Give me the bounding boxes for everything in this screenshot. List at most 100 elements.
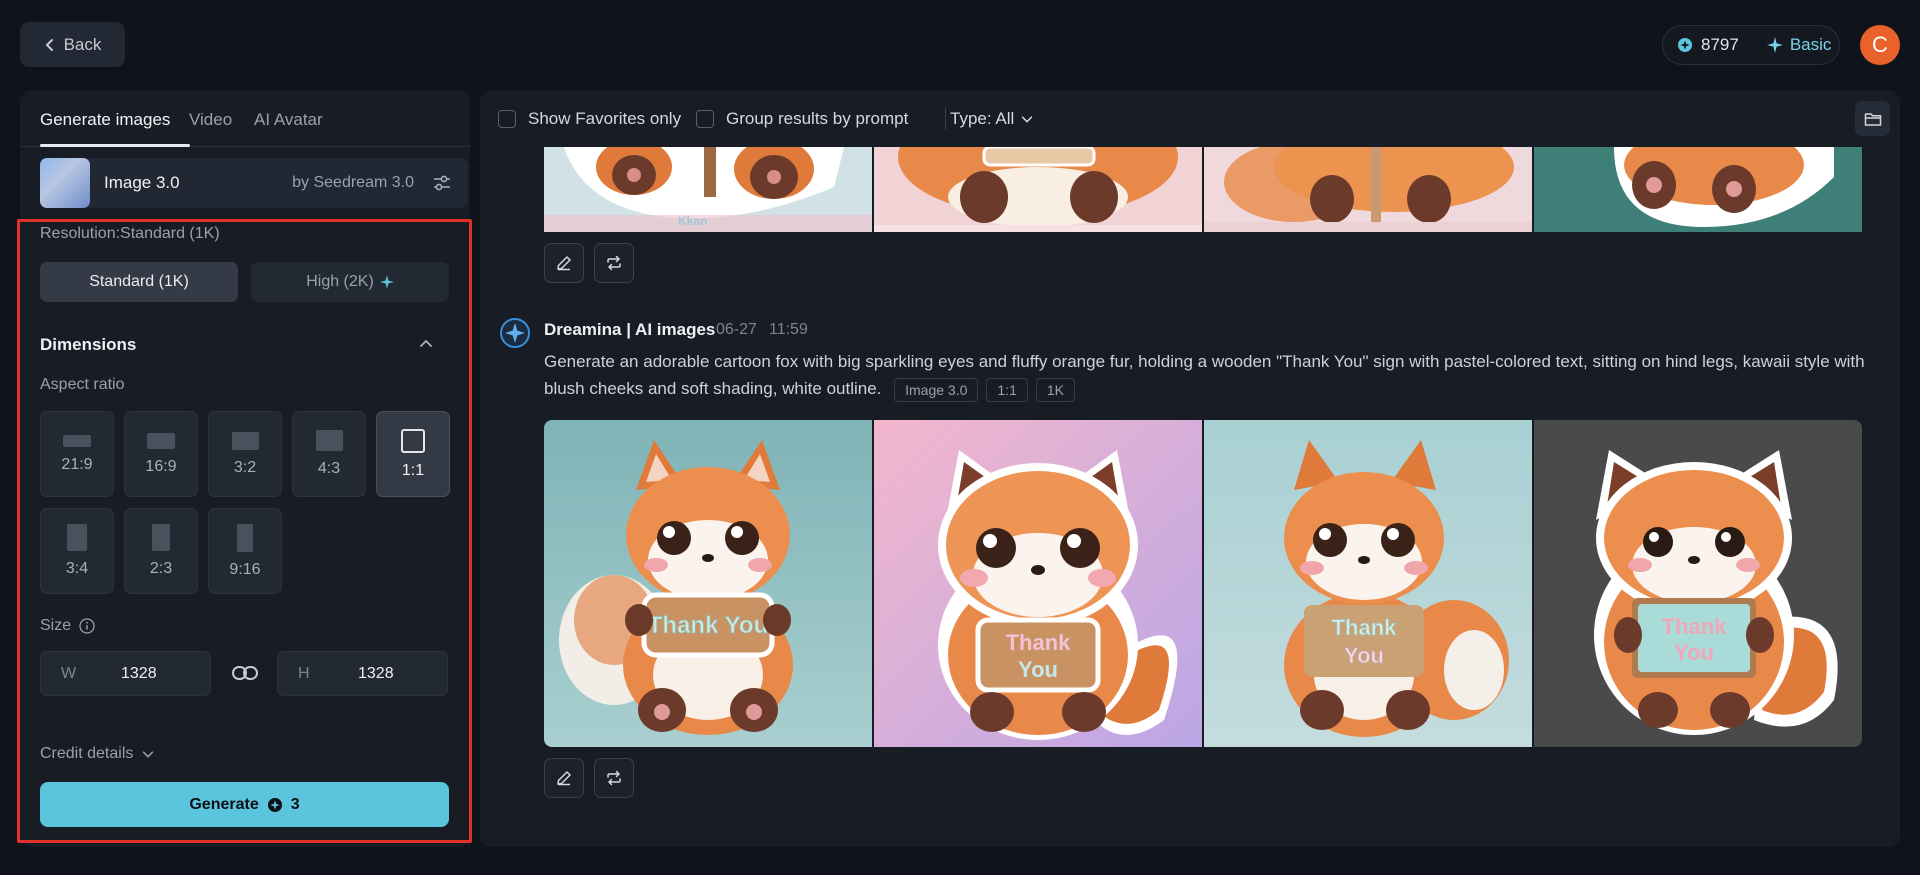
ratio-shape xyxy=(237,523,253,552)
height-input[interactable]: H 1328 xyxy=(277,651,448,696)
info-icon[interactable] xyxy=(79,618,95,634)
tab-ai-avatar[interactable]: AI Avatar xyxy=(254,110,323,130)
credits-pill[interactable]: 8797 Basic xyxy=(1662,25,1840,65)
sign-text-line-1: Thank xyxy=(1662,614,1728,639)
height-value: 1328 xyxy=(358,665,394,682)
result-prompt[interactable]: Generate an adorable cartoon fox with bi… xyxy=(544,348,1884,402)
edit-button[interactable] xyxy=(544,758,584,798)
aspect-ratio-label: Aspect ratio xyxy=(40,376,125,393)
result-image[interactable]: Kkan xyxy=(544,147,872,232)
favorites-label: Show Favorites only xyxy=(528,109,682,128)
back-button[interactable]: Back xyxy=(20,22,125,67)
credit-details-toggle[interactable]: Credit details xyxy=(40,745,155,763)
sparkle-icon xyxy=(379,275,394,289)
ratio-shape xyxy=(147,432,175,449)
divider xyxy=(945,108,946,130)
width-prefix: W xyxy=(61,665,77,682)
result-image[interactable]: Thank You xyxy=(1534,420,1862,747)
width-input[interactable]: W 1328 xyxy=(40,651,211,696)
checkbox-box[interactable] xyxy=(498,110,516,128)
sign-text-line-1: Thank xyxy=(1332,615,1398,640)
ratio-label: 2:3 xyxy=(149,560,173,577)
ratio-label: 1:1 xyxy=(401,461,425,479)
sign-text-line-2: You xyxy=(1674,640,1714,665)
resolution-high-label: High (2K) xyxy=(306,273,374,290)
ratio-label: 3:4 xyxy=(65,560,89,577)
checkbox-box[interactable] xyxy=(696,110,714,128)
credit-icon xyxy=(267,797,282,812)
tab-generate-images[interactable]: Generate images xyxy=(40,110,170,130)
edit-button[interactable] xyxy=(544,243,584,283)
repeat-icon xyxy=(607,255,621,271)
credit-count: 8797 xyxy=(1663,35,1753,55)
ratio-shape xyxy=(315,430,343,451)
ratio-shape xyxy=(67,524,87,551)
result-image[interactable]: Thank You xyxy=(874,420,1202,747)
aspect-ratio-3-2[interactable]: 3:2 xyxy=(208,411,282,497)
aspect-ratio-16-9[interactable]: 16:9 xyxy=(124,411,198,497)
dreamina-logo-icon xyxy=(500,318,530,348)
sliders-icon[interactable] xyxy=(432,173,452,193)
result-image[interactable] xyxy=(874,147,1202,232)
result-image[interactable]: Thank You xyxy=(1204,420,1532,747)
active-tab-indicator xyxy=(40,144,190,147)
generate-cost: 3 xyxy=(290,795,300,813)
plan-badge[interactable]: Basic xyxy=(1753,35,1846,55)
resolution-standard-label: Standard (1K) xyxy=(89,273,189,290)
credit-icon xyxy=(1678,38,1692,52)
resolution-high-button[interactable]: High (2K) xyxy=(251,262,449,302)
regenerate-button[interactable] xyxy=(594,758,634,798)
tab-video[interactable]: Video xyxy=(189,110,232,130)
plan-label: Basic xyxy=(1789,35,1832,54)
favorites-checkbox[interactable]: Show Favorites only xyxy=(498,109,681,129)
aspect-ratio-2-3[interactable]: 2:3 xyxy=(124,508,198,594)
aspect-ratio-3-4[interactable]: 3:4 xyxy=(40,508,114,594)
model-thumbnail xyxy=(40,158,90,208)
model-name: Image 3.0 xyxy=(104,173,180,192)
result-image[interactable] xyxy=(1204,147,1532,232)
ratio-label: 3:2 xyxy=(233,458,257,476)
folder-button[interactable] xyxy=(1855,101,1890,136)
link-icon[interactable] xyxy=(230,661,260,685)
model-selector[interactable]: Image 3.0 by Seedream 3.0 xyxy=(40,158,468,208)
sign-text-line-1: Thank xyxy=(1006,630,1072,655)
model-provider: by Seedream 3.0 xyxy=(292,174,414,191)
partial-sign-text: Kkan xyxy=(678,214,707,228)
result-image[interactable]: Thank You xyxy=(544,420,872,747)
result-image[interactable] xyxy=(1534,147,1862,232)
regenerate-button[interactable] xyxy=(594,243,634,283)
folder-icon xyxy=(1864,112,1881,126)
top-bar: Back 8797 Basic C xyxy=(0,0,1920,90)
repeat-icon xyxy=(607,770,621,786)
result-date: 06-27 xyxy=(716,321,757,338)
group-label: Group results by prompt xyxy=(726,109,909,128)
generate-button[interactable]: Generate 3 xyxy=(40,782,449,827)
filter-bar: Show Favorites only Group results by pro… xyxy=(480,90,1900,147)
aspect-ratio-9-16[interactable]: 9:16 xyxy=(208,508,282,594)
ratio-label: 16:9 xyxy=(145,457,177,475)
chevron-up-icon[interactable] xyxy=(418,336,434,352)
tag-model: Image 3.0 xyxy=(894,377,979,402)
resolution-standard-button[interactable]: Standard (1K) xyxy=(40,262,238,302)
ratio-label: 4:3 xyxy=(317,460,341,477)
chevron-down-icon xyxy=(1022,116,1033,123)
resolution-label: Resolution:Standard (1K) xyxy=(40,225,220,242)
sparkle-icon xyxy=(1766,37,1783,53)
chevron-left-icon xyxy=(45,38,53,51)
pencil-icon xyxy=(557,771,571,786)
generate-label: Generate xyxy=(189,795,259,813)
aspect-ratio-21-9[interactable]: 21:9 xyxy=(40,411,114,497)
credit-details-label: Credit details xyxy=(40,745,134,762)
tag-ratio: 1:1 xyxy=(986,377,1028,402)
size-label: Size xyxy=(40,617,95,635)
results-panel: Show Favorites only Group results by pro… xyxy=(480,90,1900,847)
avatar[interactable]: C xyxy=(1860,25,1900,65)
credit-value: 8797 xyxy=(1701,35,1739,54)
group-checkbox[interactable]: Group results by prompt xyxy=(696,109,908,129)
ratio-shape xyxy=(152,524,170,551)
ratio-label: 9:16 xyxy=(229,560,261,578)
type-dropdown[interactable]: Type: All xyxy=(950,109,1034,129)
aspect-ratio-4-3[interactable]: 4:3 xyxy=(292,411,366,497)
aspect-ratio-1-1[interactable]: 1:1 xyxy=(376,411,450,497)
result-time: 11:59 xyxy=(769,321,808,338)
